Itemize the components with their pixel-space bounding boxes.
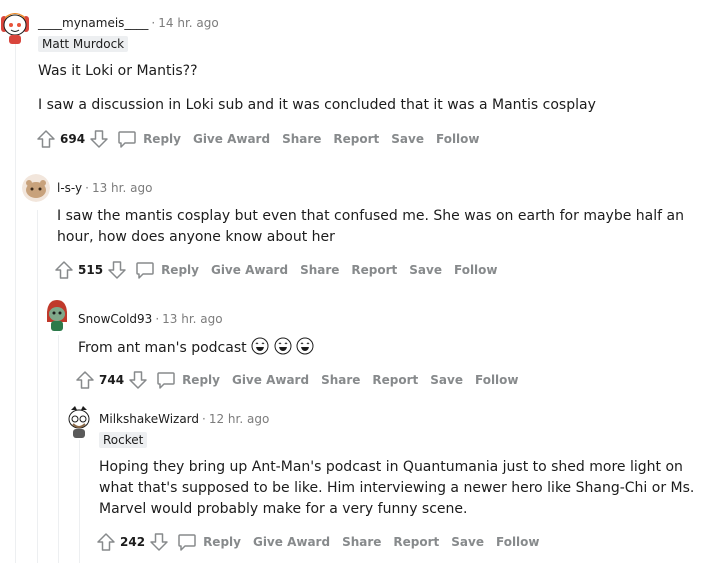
laughing-emoji-icon — [274, 337, 292, 355]
thread-line-4[interactable] — [79, 440, 80, 563]
comment-actions: 694 Reply Give Award Share Report Save F… — [36, 127, 480, 151]
share-button[interactable]: Share — [321, 373, 360, 387]
vote-score: 744 — [99, 373, 125, 387]
share-button[interactable]: Share — [282, 132, 321, 146]
follow-button[interactable]: Follow — [475, 373, 519, 387]
reply-button[interactable]: Reply — [177, 532, 241, 552]
avatar[interactable] — [22, 174, 50, 202]
downvote-icon[interactable] — [128, 370, 148, 390]
avatar[interactable] — [0, 10, 30, 46]
comment-actions: 242 Reply Give Award Share Report Save F… — [96, 530, 540, 554]
downvote-icon[interactable] — [107, 260, 127, 280]
report-button[interactable]: Report — [351, 263, 397, 277]
share-button[interactable]: Share — [300, 263, 339, 277]
comment-paragraph: I saw a discussion in Loki sub and it wa… — [38, 97, 596, 113]
comment-meta: SnowCold93 · 13 hr. ago — [78, 311, 223, 327]
user-flair: Rocket — [99, 432, 148, 448]
reply-label: Reply — [182, 373, 220, 387]
laughing-emoji-icons — [251, 337, 314, 356]
reply-label: Reply — [143, 132, 181, 146]
save-button[interactable]: Save — [391, 132, 424, 146]
give-award-button[interactable]: Give Award — [211, 263, 288, 277]
upvote-icon[interactable] — [36, 129, 56, 149]
comment-body: From ant man's podcast — [78, 337, 678, 359]
comment-actions: 515 Reply Give Award Share Report Save F… — [54, 258, 498, 282]
give-award-button[interactable]: Give Award — [193, 132, 270, 146]
avatar[interactable] — [42, 298, 72, 334]
report-button[interactable]: Report — [393, 535, 439, 549]
save-button[interactable]: Save — [451, 535, 484, 549]
timestamp[interactable]: 13 hr. ago — [162, 312, 222, 326]
meta-separator: · — [85, 181, 89, 195]
report-button[interactable]: Report — [333, 132, 379, 146]
give-award-button[interactable]: Give Award — [253, 535, 330, 549]
username[interactable]: MilkshakeWizard — [99, 412, 199, 426]
vote-score: 242 — [120, 535, 146, 549]
downvote-icon[interactable] — [149, 532, 169, 552]
reply-label: Reply — [203, 535, 241, 549]
downvote-icon[interactable] — [89, 129, 109, 149]
comment-body: Was it Loki or Mantis?? I saw a discussi… — [38, 61, 698, 116]
share-button[interactable]: Share — [342, 535, 381, 549]
meta-separator: · — [155, 312, 160, 326]
follow-button[interactable]: Follow — [496, 535, 540, 549]
username[interactable]: l-s-y — [57, 181, 82, 195]
comment-bubble-icon — [178, 534, 196, 551]
meta-separator: · — [202, 412, 206, 426]
vote-score: 694 — [60, 132, 86, 146]
reply-label: Reply — [161, 263, 199, 277]
laughing-emoji-icon — [251, 337, 269, 355]
comment-text: From ant man's podcast — [78, 340, 247, 356]
timestamp[interactable]: 12 hr. ago — [209, 412, 269, 426]
comment-paragraph: I saw the mantis cosplay but even that c… — [57, 208, 684, 245]
thread-line-2[interactable] — [37, 210, 38, 563]
username[interactable]: ____mynameis____ — [38, 16, 148, 30]
vote-score: 515 — [78, 263, 104, 277]
user-flair: Matt Murdock — [38, 36, 129, 52]
comment-paragraph: Was it Loki or Mantis?? — [38, 63, 198, 79]
upvote-icon[interactable] — [96, 532, 116, 552]
username[interactable]: SnowCold93 — [78, 312, 152, 326]
timestamp[interactable]: 13 hr. ago — [92, 181, 152, 195]
reply-button[interactable]: Reply — [156, 370, 220, 390]
comment-bubble-icon — [118, 131, 136, 148]
give-award-button[interactable]: Give Award — [232, 373, 309, 387]
follow-button[interactable]: Follow — [454, 263, 498, 277]
thread-line-3[interactable] — [58, 335, 59, 563]
comment-meta: MilkshakeWizard · 12 hr. ago — [99, 411, 269, 427]
reply-button[interactable]: Reply — [135, 260, 199, 280]
comment-meta: ____mynameis____ · 14 hr. ago — [38, 15, 219, 31]
comment-meta: l-s-y · 13 hr. ago — [57, 180, 152, 196]
thread-line-1[interactable] — [15, 40, 16, 563]
avatar[interactable] — [65, 404, 93, 440]
comment-body: Hoping they bring up Ant-Man's podcast i… — [99, 457, 699, 520]
comment-bubble-icon — [136, 262, 154, 279]
follow-button[interactable]: Follow — [436, 132, 480, 146]
save-button[interactable]: Save — [430, 373, 463, 387]
laughing-emoji-icon — [296, 337, 314, 355]
reply-button[interactable]: Reply — [117, 129, 181, 149]
save-button[interactable]: Save — [409, 263, 442, 277]
upvote-icon[interactable] — [54, 260, 74, 280]
upvote-icon[interactable] — [75, 370, 95, 390]
meta-separator: · — [151, 16, 156, 30]
comment-bubble-icon — [157, 372, 175, 389]
comment-paragraph: Hoping they bring up Ant-Man's podcast i… — [99, 459, 695, 517]
report-button[interactable]: Report — [372, 373, 418, 387]
comment-actions: 744 Reply Give Award Share Report Save F… — [75, 368, 519, 392]
comment-body: I saw the mantis cosplay but even that c… — [57, 206, 687, 248]
timestamp[interactable]: 14 hr. ago — [158, 16, 218, 30]
